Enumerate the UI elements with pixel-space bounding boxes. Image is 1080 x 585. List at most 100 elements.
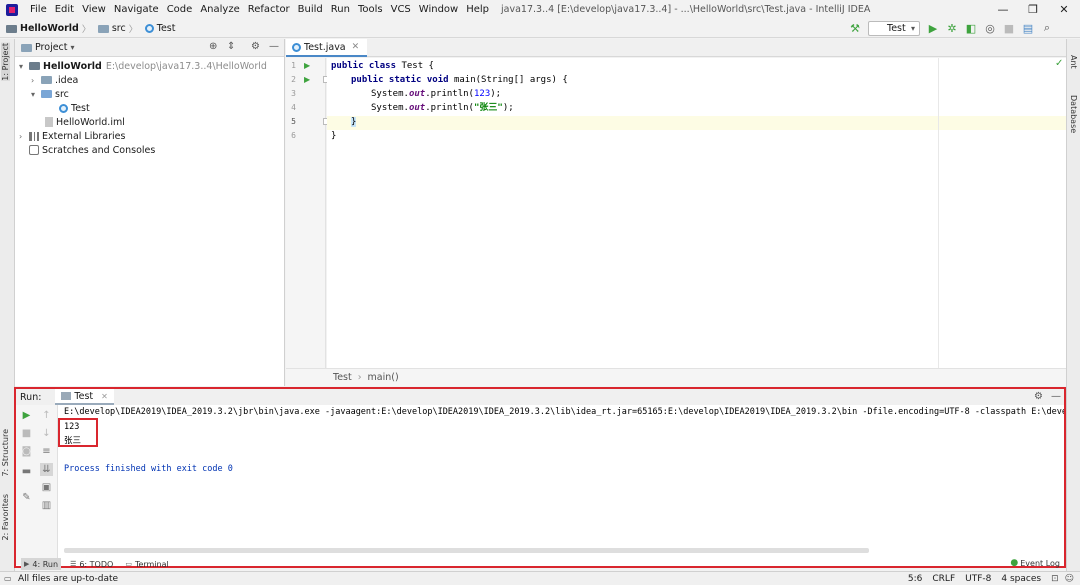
- inspector-icon[interactable]: ☺: [1065, 574, 1074, 584]
- tree-item-iml[interactable]: HelloWorld.iml: [45, 115, 125, 129]
- stop-icon[interactable]: ■: [20, 427, 33, 440]
- chevron-right-icon: ›: [31, 75, 35, 85]
- ant-tool-tab[interactable]: Ant: [1069, 55, 1078, 69]
- locate-icon[interactable]: ⊕: [209, 41, 217, 52]
- editor-gutter: 1 2 3 4 5 6 ▶ ▶: [286, 58, 329, 368]
- arrow-up-icon[interactable]: ↑: [40, 409, 53, 422]
- collapse-all-icon[interactable]: ⇕: [227, 41, 235, 52]
- menu-navigate[interactable]: Navigate: [110, 0, 163, 19]
- menu-help[interactable]: Help: [462, 0, 493, 19]
- menu-tools[interactable]: Tools: [354, 0, 387, 19]
- scroll-to-end-icon[interactable]: ⇊: [40, 463, 53, 476]
- status-message: All files are up-to-date: [18, 573, 119, 584]
- menu-refactor[interactable]: Refactor: [244, 0, 294, 19]
- console-command-line: E:\develop\IDEA2019\IDEA_2019.3.2\jbr\bi…: [64, 407, 1064, 417]
- minimize-button[interactable]: —: [988, 0, 1018, 19]
- search-everywhere-icon[interactable]: ⌕: [1040, 21, 1054, 35]
- context-class[interactable]: Test: [333, 372, 352, 383]
- coverage-icon[interactable]: ◧: [964, 21, 978, 35]
- run-tab-test[interactable]: Test ✕: [55, 389, 114, 405]
- stop-icon[interactable]: ■: [1002, 21, 1016, 35]
- line-number: 6: [291, 131, 296, 140]
- close-tab-icon[interactable]: ✕: [352, 42, 360, 52]
- menu-edit[interactable]: Edit: [51, 0, 78, 19]
- breadcrumb-src[interactable]: src: [92, 23, 128, 34]
- menu-analyze[interactable]: Analyze: [196, 0, 243, 19]
- menu-window[interactable]: Window: [415, 0, 462, 19]
- editor-tab-test-java[interactable]: Test.java ✕: [286, 39, 368, 57]
- soft-wrap-icon[interactable]: ≡: [40, 445, 53, 458]
- menu-vcs[interactable]: VCS: [387, 0, 415, 19]
- run-icon[interactable]: ▶: [926, 21, 940, 35]
- tree-item-scratches[interactable]: Scratches and Consoles: [29, 143, 155, 157]
- window-title: java17.3..4 [E:\develop\java17.3..4] - .…: [501, 4, 871, 15]
- folder-icon: [21, 43, 32, 52]
- chevron-down-icon[interactable]: ▾: [71, 43, 75, 52]
- folder-icon: [29, 62, 40, 70]
- gear-icon[interactable]: ⚙: [251, 41, 260, 52]
- status-right-group: 5:6 CRLF UTF-8 4 spaces ⊡ ☺: [898, 572, 1074, 585]
- horizontal-scrollbar[interactable]: [64, 548, 869, 553]
- todo-tool-button[interactable]: ☰ 6: TODO: [67, 558, 116, 570]
- favorites-tool-tab[interactable]: 2: Favorites: [1, 494, 10, 540]
- menu-build[interactable]: Build: [294, 0, 327, 19]
- profile-icon[interactable]: ◎: [983, 21, 997, 35]
- rerun-icon[interactable]: ▶: [20, 409, 33, 422]
- layout-icon[interactable]: ▬: [20, 465, 33, 478]
- debug-icon[interactable]: ✲: [945, 21, 959, 35]
- file-encoding[interactable]: UTF-8: [965, 574, 991, 584]
- terminal-tool-button[interactable]: ▭ Terminal: [122, 558, 171, 570]
- console-exit-line: Process finished with exit code 0: [64, 464, 233, 474]
- tree-item-root[interactable]: ▾ HelloWorld E:\develop\java17.3..4\Hell…: [19, 59, 267, 73]
- close-tab-icon[interactable]: ✕: [101, 392, 108, 401]
- inspection-ok-icon[interactable]: ✓: [1055, 58, 1063, 69]
- folder-icon: [6, 24, 17, 33]
- database-tool-tab[interactable]: Database: [1069, 95, 1078, 133]
- camera-icon[interactable]: ◙: [20, 445, 33, 458]
- run-tool-window: Run: Test ✕ ⚙ — ▶ ■ ◙ ▬ ✎ ↑ ↓ ≡ ⇊ ▣ ▥ E:…: [14, 387, 1066, 568]
- tree-item-idea[interactable]: › .idea: [31, 73, 78, 87]
- status-toggle-icon[interactable]: ▭: [4, 574, 12, 583]
- run-config-icon: [61, 392, 72, 400]
- run-gutter-icon[interactable]: ▶: [304, 75, 310, 84]
- project-structure-icon[interactable]: ▤: [1021, 21, 1035, 35]
- menu-run[interactable]: Run: [327, 0, 354, 19]
- event-log-button[interactable]: ● Event Log: [1010, 558, 1060, 568]
- breadcrumb-file[interactable]: Test: [139, 23, 178, 34]
- hide-icon[interactable]: —: [1051, 391, 1061, 402]
- restore-button[interactable]: ❐: [1018, 0, 1048, 19]
- tree-item-src[interactable]: ▾ src: [31, 87, 69, 101]
- gear-icon[interactable]: ⚙: [1034, 391, 1043, 402]
- bottom-tool-bar: ▶ 4: Run ☰ 6: TODO ▭ Terminal ● Event Log: [15, 558, 1066, 570]
- trash-icon[interactable]: ▥: [40, 499, 53, 512]
- line-number: 5: [291, 117, 296, 126]
- structure-tool-tab[interactable]: 7: Structure: [1, 429, 10, 477]
- tree-item-test[interactable]: Test: [59, 101, 90, 115]
- pin-icon[interactable]: ✎: [20, 491, 33, 504]
- output-highlight-box: [58, 418, 98, 447]
- lock-icon[interactable]: ⊡: [1051, 574, 1059, 584]
- run-configuration-select[interactable]: Test: [868, 21, 920, 36]
- terminal-icon: ▭: [125, 560, 132, 568]
- code-line-1: public class Test {: [331, 61, 434, 71]
- run-tool-button[interactable]: ▶ 4: Run: [21, 558, 62, 570]
- close-button[interactable]: ✕: [1049, 0, 1079, 19]
- left-tool-strip: 1: Project 7: Structure 2: Favorites: [0, 39, 15, 585]
- indent-setting[interactable]: 4 spaces: [1001, 574, 1041, 584]
- menu-view[interactable]: View: [78, 0, 110, 19]
- project-tool-tab[interactable]: 1: Project: [1, 43, 10, 81]
- tree-item-external-libraries[interactable]: › External Libraries: [19, 129, 125, 143]
- menu-file[interactable]: File: [26, 0, 51, 19]
- line-separator[interactable]: CRLF: [932, 574, 955, 584]
- arrow-down-icon[interactable]: ↓: [40, 427, 53, 440]
- context-method[interactable]: main(): [368, 372, 399, 383]
- menu-code[interactable]: Code: [163, 0, 197, 19]
- run-panel-title: Run:: [20, 391, 42, 403]
- print-icon[interactable]: ▣: [40, 481, 53, 494]
- hide-icon[interactable]: —: [269, 41, 279, 52]
- caret-position[interactable]: 5:6: [908, 574, 922, 584]
- build-hammer-icon[interactable]: ⚒: [848, 21, 862, 35]
- breadcrumb-project[interactable]: HelloWorld: [0, 23, 81, 34]
- run-gutter-icon[interactable]: ▶: [304, 61, 310, 70]
- library-icon: [29, 131, 39, 141]
